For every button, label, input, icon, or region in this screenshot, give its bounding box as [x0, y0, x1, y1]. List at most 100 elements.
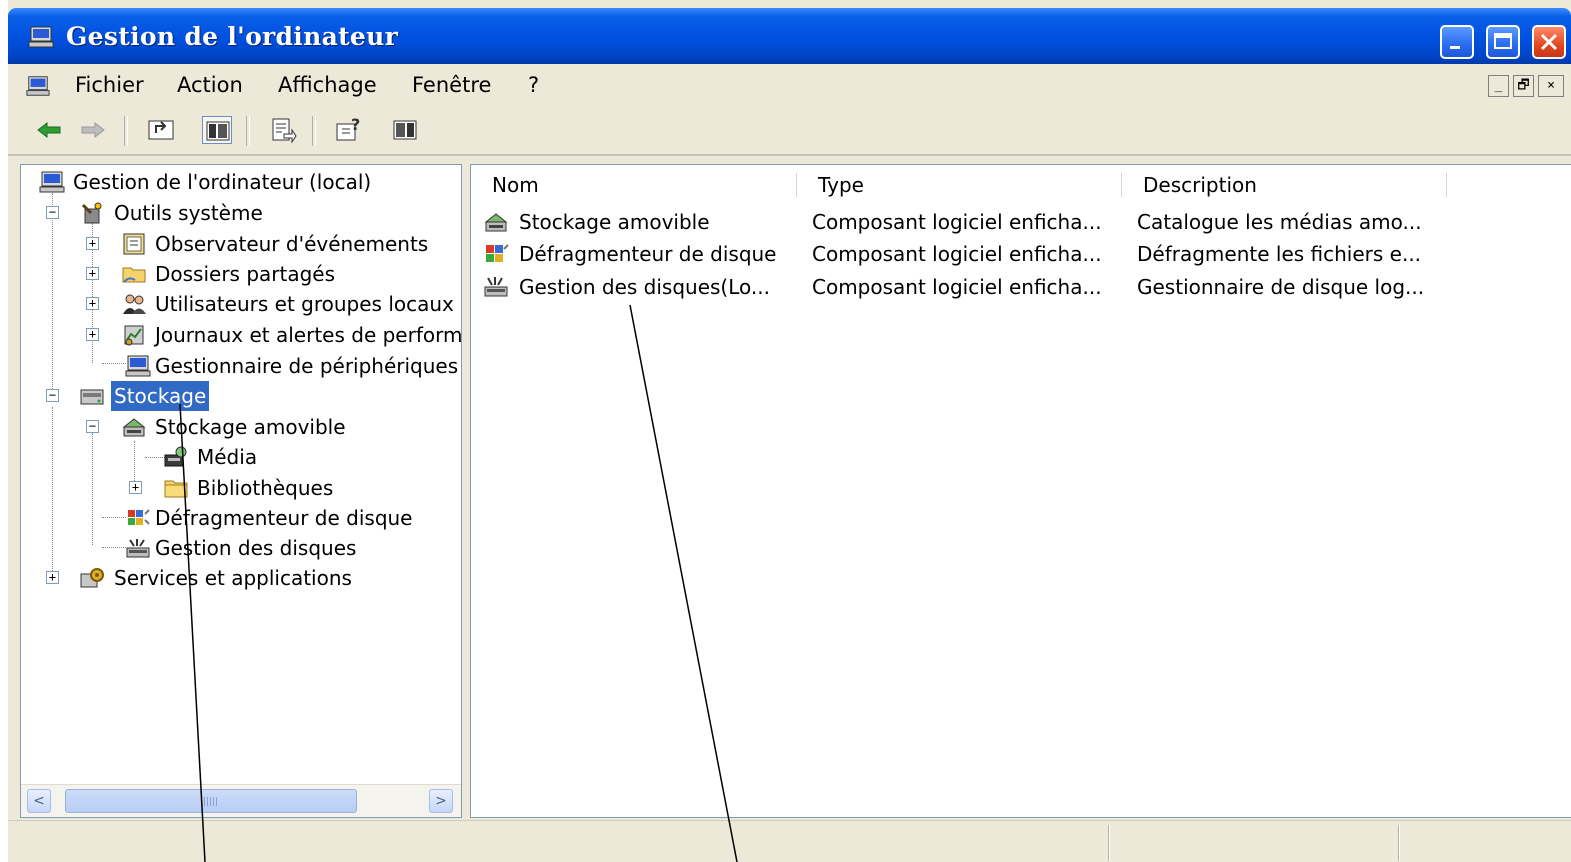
cell-type: Composant logiciel enficha... — [812, 242, 1102, 266]
show-hide-tree-icon — [206, 121, 230, 141]
show-hide-tree-button[interactable] — [202, 116, 232, 144]
list-item[interactable]: Gestion des disques(Lo... Composant logi… — [471, 272, 1571, 304]
minimize-button[interactable] — [1440, 25, 1474, 59]
tree-item-label: Gestion de l'ordinateur (local) — [73, 170, 372, 194]
expand-toggle[interactable]: + — [86, 297, 99, 310]
cell-nom: Gestion des disques(Lo... — [519, 275, 770, 299]
menu-action[interactable]: Action — [177, 73, 243, 97]
tree-item-label: Outils système — [114, 201, 263, 225]
expand-toggle[interactable]: + — [46, 571, 59, 584]
computer-icon — [28, 26, 54, 48]
export-list-icon — [272, 118, 297, 144]
toolbar-separator — [312, 116, 316, 146]
console-tree: Gestion de l'ordinateur (local) − Outils… — [20, 164, 462, 818]
column-header-nom[interactable]: Nom — [492, 173, 539, 197]
collapse-toggle[interactable]: − — [46, 389, 59, 402]
toolbar-separator — [246, 116, 250, 146]
expand-toggle[interactable]: + — [129, 481, 142, 494]
folder-icon — [164, 480, 188, 498]
details-list-view: Nom Type Description Stockage amovible C… — [470, 164, 1571, 818]
desktop-edge — [0, 0, 8, 862]
list-item[interactable]: Stockage amovible Composant logiciel enf… — [471, 207, 1571, 239]
tree-line — [52, 407, 53, 577]
menu-affichage[interactable]: Affichage — [278, 73, 377, 97]
event-viewer-icon — [123, 233, 145, 255]
disk-management-icon — [484, 277, 508, 297]
help-button[interactable]: ? — [334, 115, 364, 144]
defragmenter-icon — [486, 244, 509, 262]
cell-description: Défragmente les fichiers e... — [1137, 242, 1422, 266]
toolbar: ? — [8, 108, 1571, 156]
tree-item-label: Services et applications — [114, 566, 352, 590]
tree-item-label: Gestionnaire de périphériques — [155, 354, 459, 378]
cell-type: Composant logiciel enficha... — [812, 275, 1102, 299]
removable-storage-icon — [484, 213, 508, 232]
tree-item-label: Défragmenteur de disque — [155, 506, 413, 530]
users-icon — [123, 294, 146, 314]
menu-fichier[interactable]: Fichier — [75, 73, 144, 97]
scroll-thumb[interactable] — [65, 789, 357, 813]
tree-line — [102, 547, 126, 548]
window-title: Gestion de l'ordinateur — [66, 22, 399, 51]
maximize-icon — [1494, 33, 1512, 49]
computer-icon[interactable] — [26, 75, 50, 97]
computer-management-window: Gestion de l'ordinateur Fichier Action A… — [8, 0, 1571, 862]
cell-nom: Défragmenteur de disque — [519, 242, 777, 266]
expand-toggle[interactable]: + — [86, 267, 99, 280]
expand-toggle[interactable]: + — [86, 237, 99, 250]
status-panel-divider — [1398, 825, 1400, 861]
tree-item-label: Journaux et alertes de performance — [155, 323, 462, 347]
status-panel-divider — [1108, 825, 1110, 861]
media-icon — [164, 446, 187, 467]
collapse-toggle[interactable]: − — [86, 420, 99, 433]
tools-icon — [81, 202, 102, 224]
performance-logs-icon — [124, 325, 144, 346]
device-manager-icon — [125, 355, 151, 377]
tree-line — [52, 193, 53, 401]
removable-storage-icon — [122, 418, 146, 437]
cell-description: Gestionnaire de disque log... — [1137, 275, 1425, 299]
list-item[interactable]: Défragmenteur de disque Composant logici… — [471, 239, 1571, 271]
show-hide-action-pane-button[interactable] — [390, 116, 420, 144]
column-header-type[interactable]: Type — [818, 173, 864, 197]
menu-help[interactable]: ? — [528, 73, 539, 97]
minimize-icon — [1450, 46, 1460, 49]
column-separator[interactable] — [1446, 173, 1450, 197]
close-icon — [1540, 33, 1558, 51]
tree-line — [134, 441, 135, 485]
scroll-right-button[interactable]: > — [429, 789, 453, 813]
show-hide-action-pane-icon — [393, 120, 417, 140]
tree-line — [92, 433, 93, 545]
mdi-restore-button[interactable]: 🗗 — [1513, 75, 1534, 97]
forward-button[interactable] — [78, 116, 108, 144]
close-button[interactable] — [1532, 25, 1566, 59]
column-separator[interactable] — [1121, 173, 1125, 197]
mdi-minimize-button[interactable]: _ — [1488, 75, 1509, 97]
services-icon — [80, 568, 104, 588]
help-icon: ? — [336, 115, 360, 141]
export-list-button[interactable] — [268, 116, 298, 144]
column-header-description[interactable]: Description — [1143, 173, 1257, 197]
tree-line — [102, 517, 126, 518]
cell-nom: Stockage amovible — [519, 210, 710, 234]
computer-icon — [39, 171, 65, 193]
toolbar-separator — [124, 116, 128, 146]
title-bar[interactable]: Gestion de l'ordinateur — [8, 8, 1571, 64]
tree-horizontal-scrollbar[interactable]: < > — [21, 784, 461, 817]
back-button[interactable] — [34, 116, 64, 144]
menu-fenetre[interactable]: Fenêtre — [412, 73, 491, 97]
collapse-toggle[interactable]: − — [46, 206, 59, 219]
tree-line — [102, 363, 126, 364]
back-icon — [37, 121, 61, 139]
tree-item-label: Dossiers partagés — [155, 262, 336, 286]
maximize-button[interactable] — [1486, 25, 1520, 59]
defragmenter-icon — [128, 509, 150, 525]
tree-item-label: Utilisateurs et groupes locaux — [155, 292, 454, 316]
up-folder-button[interactable] — [146, 116, 176, 144]
column-separator[interactable] — [796, 173, 800, 197]
expand-toggle[interactable]: + — [86, 328, 99, 341]
tree-item-label: Observateur d'événements — [155, 232, 429, 256]
scroll-left-button[interactable]: < — [27, 789, 51, 813]
mdi-close-button[interactable]: × — [1538, 75, 1564, 97]
cell-type: Composant logiciel enficha... — [812, 210, 1102, 234]
